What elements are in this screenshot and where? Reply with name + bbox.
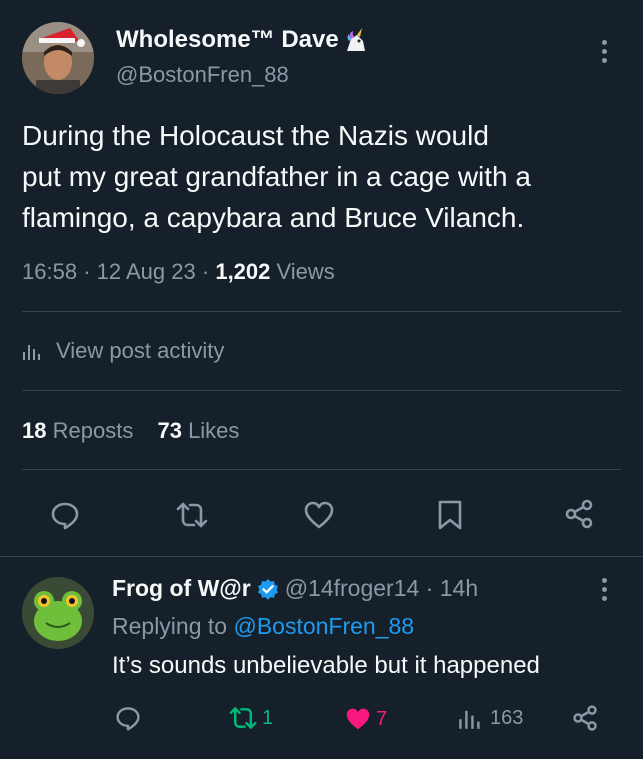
- post-text-line: During the Holocaust the Nazis would: [22, 120, 489, 151]
- likes-label: Likes: [188, 418, 240, 443]
- reply-like-button[interactable]: 7: [344, 706, 387, 732]
- unicorn-emoji-icon: [343, 27, 369, 53]
- author-name-text: Wholesome™ Dave: [116, 26, 339, 53]
- reply-comment-button[interactable]: [115, 705, 141, 731]
- like-button[interactable]: [303, 500, 335, 530]
- author-handle[interactable]: @BostonFren_88: [116, 62, 289, 88]
- reposts-count: 18: [22, 418, 47, 443]
- divider: [22, 390, 621, 391]
- views-label: Views: [276, 259, 335, 284]
- divider: [0, 556, 643, 557]
- views-count: 1,202: [215, 259, 271, 284]
- view-post-activity-link[interactable]: View post activity: [22, 338, 224, 364]
- comment-icon: [115, 705, 141, 731]
- heart-icon: [344, 706, 372, 732]
- reply-author-avatar[interactable]: [22, 577, 94, 649]
- more-vertical-icon[interactable]: [602, 578, 608, 605]
- author-avatar[interactable]: [22, 22, 94, 94]
- engagement-counts: 18 Reposts 73 Likes: [22, 418, 239, 444]
- reply-age[interactable]: 14h: [440, 575, 478, 602]
- post-text: During the Holocaust the Nazis would put…: [22, 115, 531, 238]
- repost-icon: [175, 500, 209, 530]
- author-name[interactable]: Wholesome™ Dave: [116, 26, 369, 54]
- more-vertical-icon[interactable]: [602, 40, 608, 67]
- share-icon: [563, 498, 595, 530]
- reply-header: Frog of W@r @14froger14 · 14h: [112, 575, 479, 602]
- reply-like-count: 7: [376, 707, 388, 730]
- post-text-line: flamingo, a capybara and Bruce Vilanch.: [22, 202, 525, 233]
- replying-to-prefix: Replying to: [112, 613, 228, 639]
- post-meta: 16:58 · 12 Aug 23 · 1,202 Views: [22, 259, 335, 284]
- share-icon: [571, 704, 599, 732]
- reposts-label: Reposts: [52, 418, 134, 443]
- reply-handle[interactable]: @14froger14: [285, 575, 420, 602]
- reposts-link[interactable]: 18 Reposts: [22, 418, 139, 443]
- view-post-activity-label: View post activity: [56, 338, 225, 363]
- reply-share-button[interactable]: [571, 704, 599, 732]
- replying-to-handle[interactable]: @BostonFren_88: [233, 613, 414, 639]
- share-button[interactable]: [563, 498, 595, 530]
- bar-chart-icon: [22, 341, 42, 361]
- reply-repost-button[interactable]: 1: [228, 705, 273, 731]
- replying-to: Replying to @BostonFren_88: [112, 613, 414, 640]
- likes-link[interactable]: 73 Likes: [157, 418, 239, 443]
- bar-chart-icon: [458, 706, 482, 730]
- bookmark-button[interactable]: [437, 499, 463, 531]
- reply-views-count: 163: [490, 706, 524, 729]
- reply-button[interactable]: [50, 500, 80, 530]
- divider: [22, 469, 621, 470]
- likes-count: 73: [157, 418, 182, 443]
- bookmark-icon: [437, 499, 463, 531]
- reply-author-name[interactable]: Frog of W@r: [112, 575, 251, 602]
- reply-text: It’s sounds unbelievable but it happened: [112, 652, 540, 679]
- verified-badge-icon: [257, 578, 279, 600]
- heart-icon: [303, 500, 335, 530]
- repost-button[interactable]: [175, 500, 209, 530]
- repost-icon: [228, 705, 258, 731]
- divider: [22, 311, 621, 312]
- post-text-line: put my great grandfather in a cage with …: [22, 161, 531, 192]
- post-time[interactable]: 16:58: [22, 259, 77, 284]
- post-date[interactable]: 12 Aug 23: [97, 259, 196, 284]
- comment-icon: [50, 500, 80, 530]
- reply-views-button[interactable]: 163: [458, 706, 523, 730]
- reply-repost-count: 1: [262, 706, 274, 729]
